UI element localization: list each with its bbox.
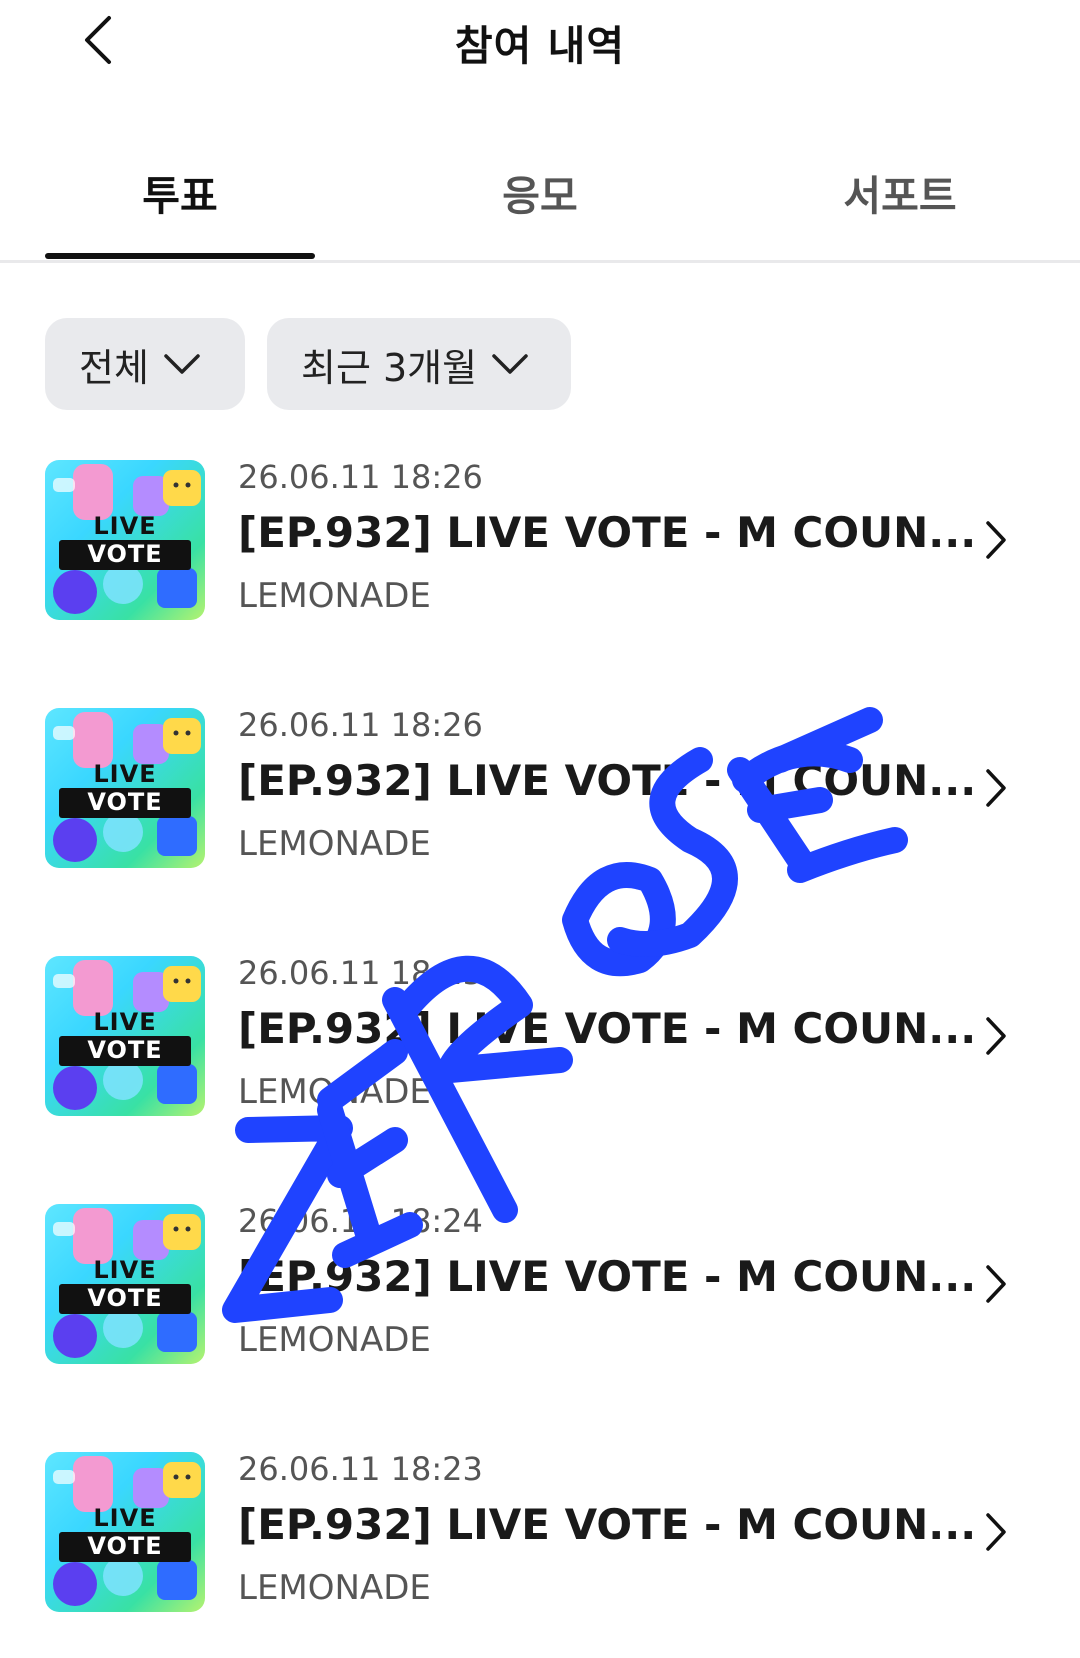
chevron-down-icon (491, 352, 529, 376)
vote-title: [EP.932] LIVE VOTE - M COUN... (238, 1500, 977, 1549)
vote-date: 26.06.11 18:23 (238, 1450, 483, 1488)
vote-thumbnail: LIVE VOTE (45, 1452, 205, 1612)
category-filter-dropdown[interactable]: 전체 (45, 318, 245, 410)
tab-bar: 투표 응모 서포트 (0, 140, 1080, 263)
vote-thumbnail: LIVE VOTE (45, 708, 205, 868)
thumbnail-live-text: LIVE (93, 760, 157, 788)
tab-support[interactable]: 서포트 (765, 162, 1035, 222)
vote-list-item-3[interactable]: LIVE VOTE 26.06.11 18:25 [EP.932] LIVE V… (0, 954, 1080, 1116)
vote-artist: LEMONADE (238, 1568, 431, 1608)
vote-title: [EP.932] LIVE VOTE - M COUN... (238, 1004, 977, 1053)
chevron-right-icon (982, 1510, 1010, 1554)
vote-thumbnail: LIVE VOTE (45, 1204, 205, 1364)
vote-title: [EP.932] LIVE VOTE - M COUN... (238, 1252, 977, 1301)
period-filter-label: 최근 3개월 (301, 345, 478, 390)
chevron-right-icon (982, 766, 1010, 810)
active-tab-indicator (45, 253, 315, 259)
vote-artist: LEMONADE (238, 1320, 431, 1360)
tab-vote[interactable]: 투표 (45, 162, 315, 222)
vote-date: 26.06.11 18:26 (238, 706, 483, 744)
category-filter-label: 전체 (79, 345, 149, 390)
vote-artist: LEMONADE (238, 576, 431, 616)
thumbnail-vote-text: VOTE (87, 1036, 163, 1064)
thumbnail-live-text: LIVE (93, 512, 157, 540)
vote-artist: LEMONADE (238, 1072, 431, 1112)
thumbnail-live-text: LIVE (93, 1504, 157, 1532)
thumbnail-vote-text: VOTE (87, 1284, 163, 1312)
vote-thumbnail: LIVE VOTE (45, 956, 205, 1116)
tab-entry[interactable]: 응모 (405, 162, 675, 222)
top-bar: 참여 내역 (0, 0, 1080, 90)
vote-thumbnail: LIVE VOTE (45, 460, 205, 620)
chevron-right-icon (982, 1262, 1010, 1306)
vote-list-item-1[interactable]: LIVE VOTE 26.06.11 18:26 [EP.932] LIVE V… (0, 458, 1080, 620)
period-filter-dropdown[interactable]: 최근 3개월 (267, 318, 571, 410)
thumbnail-vote-text: VOTE (87, 788, 163, 816)
vote-list-item-2[interactable]: LIVE VOTE 26.06.11 18:26 [EP.932] LIVE V… (0, 706, 1080, 868)
chevron-down-icon (163, 352, 201, 376)
vote-list-item-4[interactable]: LIVE VOTE 26.06.11 18:24 [EP.932] LIVE V… (0, 1202, 1080, 1364)
vote-date: 26.06.11 18:26 (238, 458, 483, 496)
filter-bar: 전체 최근 3개월 (45, 318, 571, 410)
chevron-right-icon (982, 518, 1010, 562)
vote-date: 26.06.11 18:24 (238, 1202, 483, 1240)
vote-title: [EP.932] LIVE VOTE - M COUN... (238, 756, 977, 805)
thumbnail-vote-text: VOTE (87, 540, 163, 568)
thumbnail-live-text: LIVE (93, 1256, 157, 1284)
vote-artist: LEMONADE (238, 824, 431, 864)
vote-title: [EP.932] LIVE VOTE - M COUN... (238, 508, 977, 557)
thumbnail-vote-text: VOTE (87, 1532, 163, 1560)
vote-date: 26.06.11 18:25 (238, 954, 483, 992)
vote-list-item-5[interactable]: LIVE VOTE 26.06.11 18:23 [EP.932] LIVE V… (0, 1450, 1080, 1612)
thumbnail-live-text: LIVE (93, 1008, 157, 1036)
chevron-right-icon (982, 1014, 1010, 1058)
page-title: 참여 내역 (454, 22, 626, 70)
